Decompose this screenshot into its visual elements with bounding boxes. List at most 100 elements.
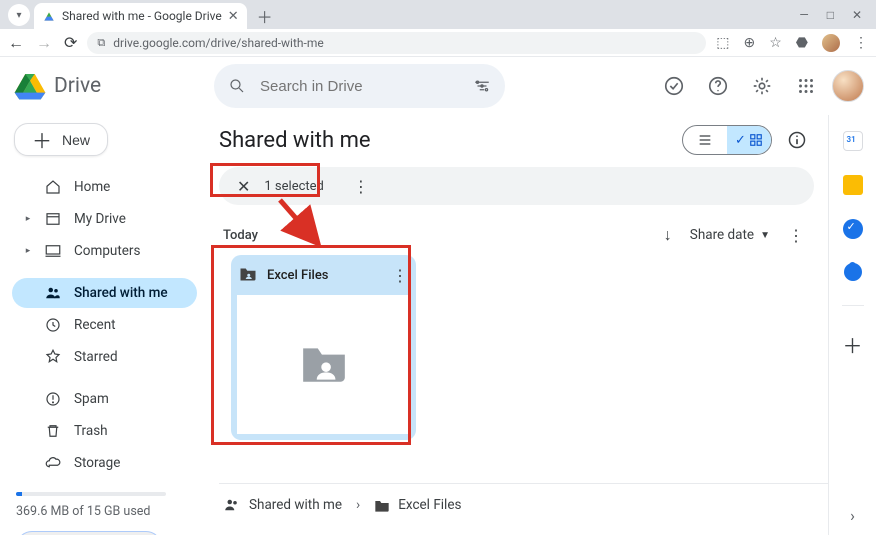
storage-bar (16, 492, 166, 496)
breadcrumb-child[interactable]: Excel Files (374, 497, 461, 513)
window-maximize-icon[interactable]: □ (827, 8, 834, 22)
sidebar-item-storage[interactable]: Storage (12, 448, 197, 478)
help-icon[interactable] (700, 68, 736, 104)
file-more-icon[interactable]: ⋮ (392, 266, 408, 285)
site-info-icon[interactable]: ⧉ (97, 36, 105, 50)
sidebar-item-label: Shared with me (74, 285, 168, 301)
app-header: Drive (0, 57, 876, 115)
window-minimize-icon[interactable]: — (799, 8, 808, 22)
browser-toolbar: ← → ⟳ ⧉ drive.google.com/drive/shared-wi… (0, 29, 876, 57)
file-card-excel-files[interactable]: Excel Files ⋮ (231, 255, 416, 440)
expand-caret-icon[interactable]: ▸ (24, 246, 32, 256)
drive-logo[interactable]: Drive (14, 72, 204, 100)
url-text: drive.google.com/drive/shared-with-me (113, 36, 323, 50)
sidebar-item-recent[interactable]: Recent (12, 310, 197, 340)
sidebar-item-label: Storage (74, 455, 120, 471)
sort-direction-icon[interactable]: ↓ (664, 225, 672, 245)
calendar-app-icon[interactable] (843, 131, 863, 151)
address-bar[interactable]: ⧉ drive.google.com/drive/shared-with-me (87, 32, 706, 54)
section-today-label: Today (223, 228, 258, 243)
expand-caret-icon[interactable]: ▸ (24, 214, 32, 224)
drive-favicon (42, 9, 56, 23)
sidebar-item-label: Starred (74, 349, 118, 365)
sidebar-item-label: Trash (74, 423, 108, 439)
section-more-icon[interactable]: ⋮ (788, 226, 804, 245)
window-controls: — □ ✕ (799, 0, 872, 29)
computer-icon (44, 242, 62, 260)
list-icon (697, 132, 713, 148)
divider (842, 305, 864, 306)
selection-bar: ✕ 1 selected ⋮ (219, 167, 814, 205)
nav-reload-icon[interactable]: ⟳ (64, 33, 77, 52)
drive-logo-icon (14, 72, 46, 100)
shared-folder-icon (239, 265, 257, 285)
sidebar-item-computers[interactable]: ▸ Computers (12, 236, 197, 266)
search-icon (228, 77, 246, 95)
new-tab-button[interactable]: ＋ (253, 4, 277, 28)
grid-view-button[interactable]: ✓ (727, 126, 771, 154)
browser-tab[interactable]: Shared with me - Google Drive ✕ (34, 3, 247, 29)
plus-icon: ＋ (32, 125, 52, 154)
home-icon (44, 178, 62, 196)
check-icon: ✓ (735, 133, 746, 148)
file-name: Excel Files (267, 268, 329, 283)
browser-menu-icon[interactable]: ⋮ (854, 35, 868, 51)
clear-selection-icon[interactable]: ✕ (237, 177, 250, 196)
chevron-right-icon: › (356, 497, 360, 513)
sidebar-item-home[interactable]: Home (12, 172, 197, 202)
sidebar-item-label: Home (74, 179, 110, 195)
account-avatar[interactable] (832, 70, 864, 102)
new-button[interactable]: ＋ New (14, 123, 108, 156)
nav-back-icon[interactable]: ← (8, 33, 24, 53)
people-icon (44, 284, 62, 302)
sidebar-item-mydrive[interactable]: ▸ My Drive (12, 204, 197, 234)
sidebar-item-starred[interactable]: Starred (12, 342, 197, 372)
breadcrumb-root[interactable]: Shared with me (223, 496, 342, 514)
contacts-app-icon[interactable] (844, 263, 862, 281)
spam-icon (44, 390, 62, 408)
list-view-button[interactable] (683, 126, 727, 154)
sidebar-item-label: Recent (74, 317, 116, 333)
tab-close-icon[interactable]: ✕ (228, 9, 239, 24)
browser-profile-avatar[interactable] (822, 34, 840, 52)
tab-title: Shared with me - Google Drive (62, 9, 222, 23)
sidebar-item-spam[interactable]: Spam (12, 384, 197, 414)
star-icon (44, 348, 62, 366)
cloud-icon (44, 454, 62, 472)
search-bar[interactable] (214, 64, 505, 108)
sort-menu[interactable]: Share date ▼ (690, 227, 770, 243)
sort-label: Share date (690, 227, 754, 243)
drive-logo-text: Drive (54, 74, 101, 98)
extensions-icon[interactable]: ⬣ (796, 35, 808, 51)
bookmark-star-icon[interactable]: ☆ (769, 35, 782, 51)
settings-gear-icon[interactable] (744, 68, 780, 104)
new-button-label: New (62, 132, 90, 148)
apps-grid-icon[interactable] (788, 68, 824, 104)
sidebar-item-label: Computers (74, 243, 140, 259)
sidebar-item-shared[interactable]: Shared with me (12, 278, 197, 308)
keep-app-icon[interactable] (843, 175, 863, 195)
shared-folder-icon (374, 498, 390, 512)
nav-forward-icon[interactable]: → (36, 33, 52, 53)
tab-search-button[interactable]: ▾ (8, 4, 30, 26)
get-storage-button[interactable]: Get more storage (16, 531, 162, 535)
shared-folder-large-icon (299, 342, 349, 388)
grid-icon (749, 133, 763, 147)
page-title: Shared with me (219, 128, 371, 153)
offline-status-icon[interactable] (656, 68, 692, 104)
storage-meter: 369.6 MB of 15 GB used Get more storage (12, 492, 197, 535)
selection-more-icon[interactable]: ⋮ (346, 177, 376, 196)
window-close-icon[interactable]: ✕ (852, 8, 862, 22)
zoom-icon[interactable]: ⊕ (743, 35, 755, 51)
details-info-icon[interactable] (780, 123, 814, 157)
search-input[interactable] (258, 77, 461, 96)
add-app-icon[interactable]: ＋ (843, 330, 863, 359)
sidebar-item-label: My Drive (74, 211, 126, 227)
tasks-app-icon[interactable] (843, 219, 863, 239)
view-toggle: ✓ (682, 125, 772, 155)
search-options-icon[interactable] (473, 77, 491, 95)
sidebar-item-label: Spam (74, 391, 109, 407)
collapse-panel-icon[interactable]: › (850, 506, 855, 525)
install-app-icon[interactable]: ⬚ (716, 35, 729, 51)
sidebar-item-trash[interactable]: Trash (12, 416, 197, 446)
